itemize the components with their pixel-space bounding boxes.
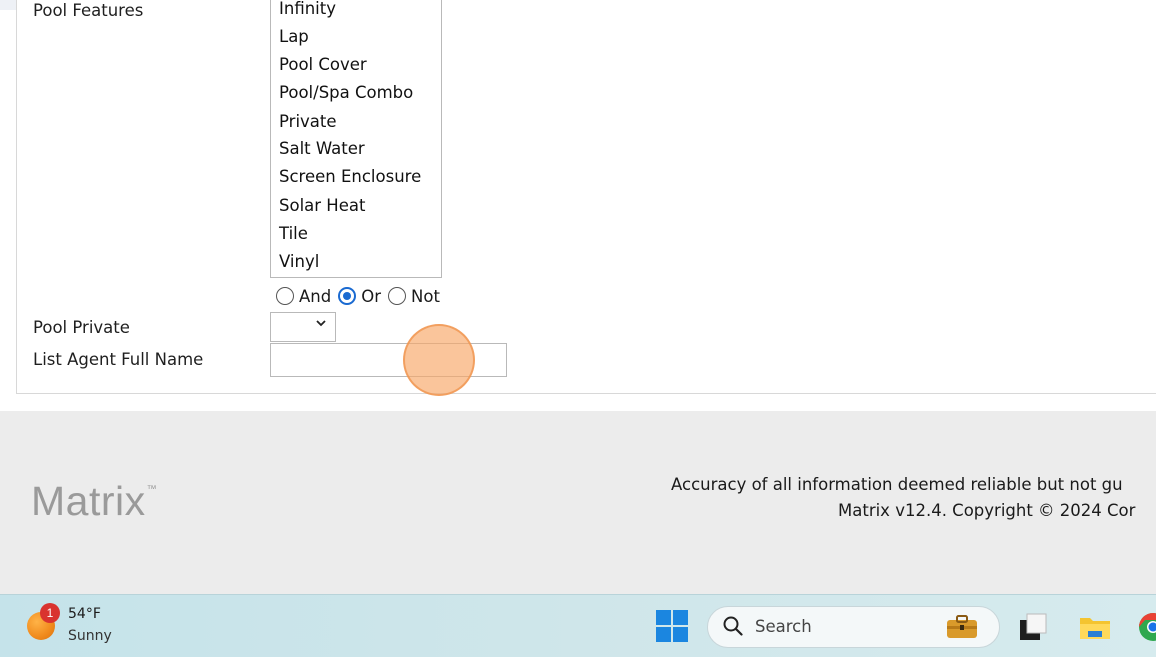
pool-private-label: Pool Private (33, 318, 130, 337)
pool-features-listbox[interactable]: Infinity Lap Pool Cover Pool/Spa Combo P… (270, 0, 442, 278)
or-radio-label[interactable]: Or (361, 287, 381, 306)
briefcase-icon[interactable] (946, 615, 978, 639)
and-radio-label[interactable]: And (299, 287, 331, 306)
or-radio[interactable] (338, 287, 356, 305)
trademark-mark: ™ (147, 484, 158, 495)
footer-copyright: Matrix v12.4. Copyright © 2024 Cor (838, 501, 1135, 520)
task-view-icon[interactable] (1017, 611, 1049, 643)
pool-features-option[interactable]: Private (279, 112, 337, 131)
chevron-down-icon (315, 317, 327, 333)
taskbar-search-placeholder[interactable]: Search (755, 617, 812, 636)
list-agent-label: List Agent Full Name (33, 350, 203, 369)
and-radio[interactable] (276, 287, 294, 305)
click-indicator (403, 324, 475, 396)
pool-private-select[interactable] (270, 312, 336, 342)
pool-features-option[interactable]: Pool/Spa Combo (279, 83, 413, 102)
match-logic-radio-group: And Or Not (276, 284, 447, 308)
pool-features-label: Pool Features (33, 1, 143, 20)
windows-start-icon[interactable] (656, 610, 688, 642)
pool-features-option[interactable]: Tile (279, 224, 308, 243)
search-icon (722, 615, 744, 637)
footer-disclaimer: Accuracy of all information deemed relia… (671, 475, 1123, 494)
not-radio-label[interactable]: Not (411, 287, 440, 306)
pool-features-option[interactable]: Solar Heat (279, 196, 365, 215)
pool-features-option[interactable]: Pool Cover (279, 55, 367, 74)
weather-temperature[interactable]: 54°F (68, 606, 101, 622)
weather-notification-badge: 1 (40, 603, 60, 623)
chrome-icon[interactable] (1137, 611, 1156, 643)
matrix-logo-text: Matrix (31, 478, 146, 524)
pool-features-option[interactable]: Lap (279, 27, 309, 46)
weather-condition[interactable]: Sunny (68, 628, 112, 644)
pool-features-option[interactable]: Screen Enclosure (279, 167, 421, 186)
pool-features-option[interactable]: Salt Water (279, 139, 365, 158)
pool-features-option[interactable]: Infinity (279, 0, 336, 18)
pool-features-option[interactable]: Vinyl (279, 252, 319, 271)
matrix-logo: Matrix™ (31, 478, 157, 525)
search-form-panel (16, 0, 1156, 394)
not-radio[interactable] (388, 287, 406, 305)
file-explorer-icon[interactable] (1078, 611, 1112, 643)
